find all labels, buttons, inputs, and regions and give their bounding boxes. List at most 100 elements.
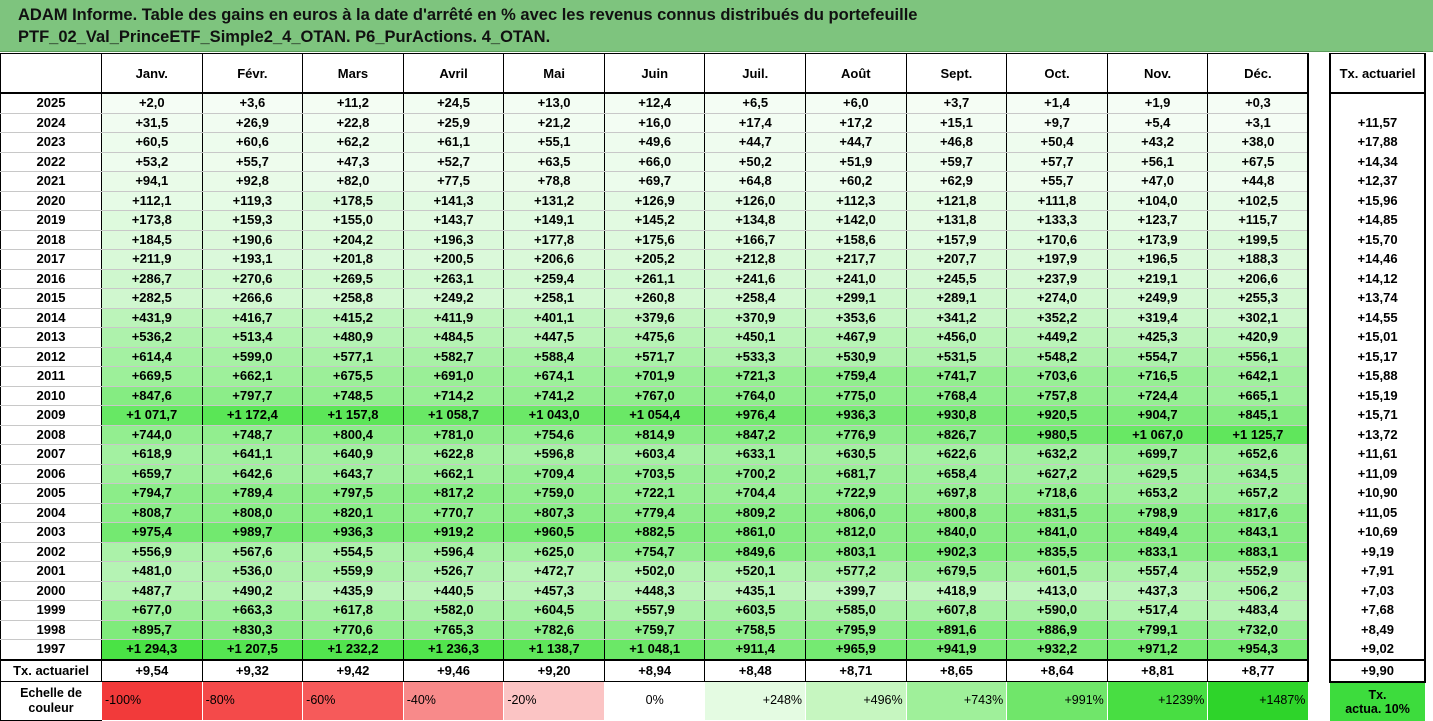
gain-cell: +1 125,7 <box>1207 425 1310 445</box>
gain-cell: +196,5 <box>1106 249 1208 270</box>
gain-cell: +622,6 <box>905 444 1007 465</box>
gain-cell: +133,3 <box>1006 210 1108 231</box>
gain-cell: +533,3 <box>704 347 806 367</box>
gain-cell: +577,1 <box>302 347 404 367</box>
gain-cell: +188,3 <box>1207 249 1310 270</box>
tx-row-value: +9,46 <box>402 658 504 682</box>
gain-cell: +62,9 <box>905 171 1007 192</box>
gain-cell: +567,6 <box>201 542 303 562</box>
gain-cell: +43,2 <box>1106 132 1208 153</box>
gain-cell: +658,4 <box>905 464 1007 484</box>
gain-cell: +596,4 <box>402 542 504 562</box>
tx-actuariel-cell: +11,09 <box>1329 464 1426 484</box>
gain-cell: +754,7 <box>603 542 705 562</box>
gain-cell: +82,0 <box>302 171 404 192</box>
tx-actuariel-cell: +12,37 <box>1329 171 1426 192</box>
year-cell: 2010 <box>0 386 102 406</box>
gain-cell: +177,8 <box>503 230 605 250</box>
gain-cell: +3,1 <box>1207 113 1310 133</box>
gain-cell: +625,0 <box>503 542 605 562</box>
gain-cell: +24,5 <box>402 93 504 114</box>
year-cell: 2018 <box>0 230 102 250</box>
gain-cell: +237,9 <box>1006 269 1108 289</box>
table-row: 2025 +2,0 +3,6 +11,2 +24,5 +13,0 +12,4 +6,5 +6,0… <box>0 93 1310 114</box>
gain-cell: +487,7 <box>101 581 203 601</box>
gain-cell: +5,4 <box>1106 113 1208 133</box>
table-row: 2011 +669,5 +662,1 +675,5 +691,0 +674,1 +701,9… <box>0 366 1310 387</box>
table-row: 2023 +60,5 +60,6 +62,2 +61,1 +55,1 +49,6 +44,7 +… <box>0 132 1310 153</box>
gain-cell: +975,4 <box>101 522 203 543</box>
color-scale-swatch: -80% <box>201 681 303 720</box>
gain-cell: +920,5 <box>1006 405 1108 426</box>
gain-cell: +795,9 <box>805 620 907 640</box>
gain-cell: +475,6 <box>603 327 705 348</box>
tx-actuariel-cell: +13,72 <box>1329 425 1426 445</box>
gain-cell: +55,1 <box>503 132 605 153</box>
gain-cell: +732,0 <box>1207 620 1310 640</box>
tx-actuariel-table: Tx. actuariel +11,57 +17,88 +14,34 +12,37 +15… <box>1329 53 1426 721</box>
color-scale-row: Echelle de couleur -100% -80% -60% -40% -20% 0%… <box>0 681 1309 721</box>
gain-cell: +431,9 <box>101 308 203 328</box>
gain-cell: +64,8 <box>704 171 806 192</box>
gain-cell: +199,5 <box>1207 230 1310 250</box>
gain-cell: +775,0 <box>805 386 907 406</box>
table-row: 2010 +847,6 +797,7 +748,5 +714,2 +741,2 +767,0… <box>0 386 1310 406</box>
gain-cell: +536,0 <box>201 561 303 582</box>
tx-actuariel-cell: +10,90 <box>1329 483 1426 504</box>
gain-cell: +513,4 <box>201 327 303 348</box>
tx-row-value: +8,77 <box>1207 658 1310 682</box>
gain-cell: +456,0 <box>905 327 1007 348</box>
tx-actuariel-cell: +17,88 <box>1329 132 1426 153</box>
gain-cell: +724,4 <box>1106 386 1208 406</box>
gain-cell: +954,3 <box>1207 639 1310 660</box>
gain-cell: +78,8 <box>503 171 605 192</box>
gain-cell: +212,8 <box>704 249 806 270</box>
gain-cell: +741,7 <box>905 366 1007 387</box>
tx-actua-scale-cell: Tx. actua. 10% <box>1330 681 1425 721</box>
table-row: 2003 +975,4 +989,7 +936,3 +919,2 +960,5 +882,5… <box>0 522 1310 543</box>
table-row: 2021 +94,1 +92,8 +82,0 +77,5 +78,8 +69,7 +64,8 +… <box>0 171 1310 192</box>
gain-cell: +767,0 <box>603 386 705 406</box>
gain-cell: +112,3 <box>805 191 907 211</box>
table-row: 2018 +184,5 +190,6 +204,2 +196,3 +177,8 +175,6… <box>0 230 1310 250</box>
gain-cell: +930,8 <box>905 405 1007 426</box>
gain-cell: +847,6 <box>101 386 203 406</box>
gain-cell: +757,8 <box>1006 386 1108 406</box>
gain-cell: +472,7 <box>503 561 605 582</box>
gain-cell: +142,0 <box>805 210 907 231</box>
gain-cell: +67,5 <box>1207 152 1310 172</box>
table-row: 2017 +211,9 +193,1 +201,8 +200,5 +206,6 +205,2… <box>0 249 1310 270</box>
tx-actuariel-cell: +7,03 <box>1329 581 1426 601</box>
gain-cell: +765,3 <box>402 620 504 640</box>
gain-cell: +808,0 <box>201 503 303 523</box>
tx-row-value: +8,94 <box>603 658 705 682</box>
gain-cell: +449,2 <box>1006 327 1108 348</box>
gain-cell: +483,4 <box>1207 600 1310 621</box>
gain-cell: +26,9 <box>201 113 303 133</box>
gain-cell: +17,2 <box>805 113 907 133</box>
gain-cell: +1 058,7 <box>402 405 504 426</box>
tx-actuariel-cell: +14,55 <box>1329 308 1426 328</box>
gain-cell: +643,7 <box>302 464 404 484</box>
gain-cell: +119,3 <box>201 191 303 211</box>
month-header: Juin <box>603 53 705 94</box>
year-cell: 2003 <box>0 522 102 543</box>
gain-cell: +1 207,5 <box>201 639 303 660</box>
table-row: 2006 +659,7 +642,6 +643,7 +662,1 +709,4 +703,5… <box>0 464 1310 484</box>
tx-row-label: Tx. actuariel <box>0 658 102 682</box>
table-row: 2019 +173,8 +159,3 +155,0 +143,7 +149,1 +145,2… <box>0 210 1310 231</box>
gain-cell: +614,4 <box>101 347 203 367</box>
tx-row-value: +9,42 <box>302 658 404 682</box>
gain-cell: +902,3 <box>905 542 1007 562</box>
gain-cell: +201,8 <box>302 249 404 270</box>
gain-cell: +111,8 <box>1006 191 1108 211</box>
year-cell: 2017 <box>0 249 102 270</box>
gain-cell: +1 232,2 <box>302 639 404 660</box>
gain-cell: +435,1 <box>704 581 806 601</box>
gain-cell: +1,4 <box>1006 93 1108 114</box>
tx-row-value: +8,71 <box>805 658 907 682</box>
gain-cell: +744,0 <box>101 425 203 445</box>
tx-actuariel-cell: +14,85 <box>1329 210 1426 231</box>
gain-cell: +520,1 <box>704 561 806 582</box>
gain-cell: +622,8 <box>402 444 504 465</box>
